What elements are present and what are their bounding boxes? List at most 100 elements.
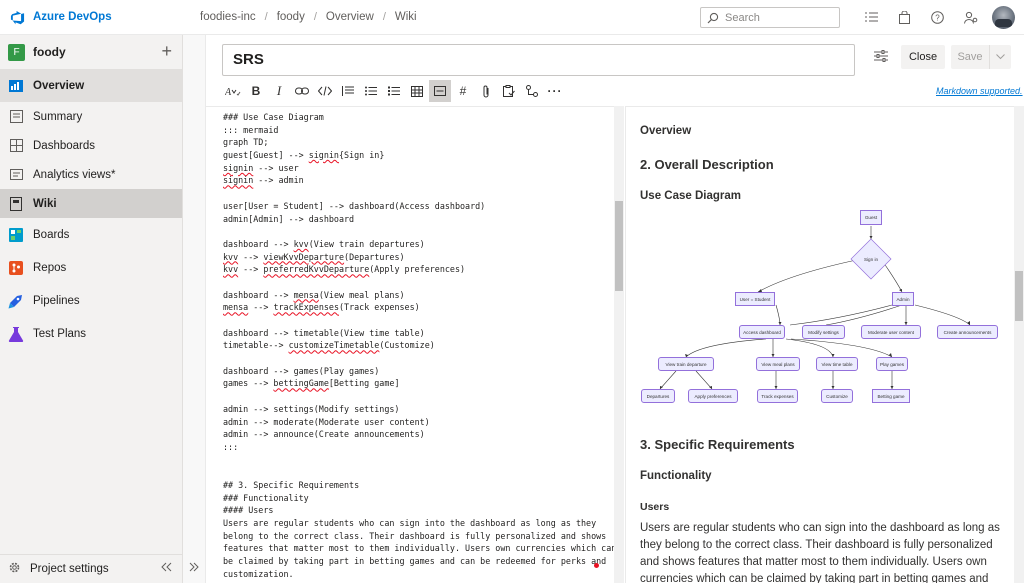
user-settings-icon[interactable] [954,6,987,28]
editor-line[interactable] [223,187,608,200]
breadcrumb-project[interactable]: foody [268,11,314,23]
link-icon[interactable] [291,80,313,102]
editor-line[interactable]: dashboard --> timetable(View time table) [223,327,608,340]
mention-work-item-icon[interactable] [498,80,520,102]
bold-icon[interactable]: B [245,80,267,102]
editor-line[interactable]: kvv --> preferredKvvDeparture(Apply pref… [223,263,608,276]
sidebar-item-summary[interactable]: Summary [0,102,182,131]
editor-line[interactable]: games --> bettingGame[Betting game] [223,377,608,390]
line-text: ::: [223,441,239,452]
sidebar-item-analytics-views[interactable]: Analytics views* [0,160,182,189]
editor-line[interactable]: ### Functionality [223,492,608,505]
search-icon [707,12,719,23]
editor-line[interactable]: user[User = Student] --> dashboard(Acces… [223,200,608,213]
sidebar-item-boards[interactable]: Boards [0,218,182,251]
project-header[interactable]: F foody + [0,35,182,69]
italic-icon[interactable]: I [268,80,290,102]
diagram-node-customize: Customize [821,389,853,403]
markdown-supported-link[interactable]: Markdown supported. [936,86,1023,96]
close-button[interactable]: Close [901,45,945,69]
help-icon[interactable]: ? [921,6,954,28]
editor-line[interactable] [223,225,608,238]
search-box[interactable] [700,7,840,28]
sidebar-item-repos[interactable]: Repos [0,251,182,284]
diagram-node-settings: Modify settings [802,325,845,339]
user-avatar[interactable] [992,6,1015,29]
diagram-node-expenses: Track expenses [757,389,798,403]
editor-line[interactable]: ::: mermaid [223,124,608,137]
editor-line[interactable]: admin[Admin] --> dashboard [223,213,608,226]
editor-line[interactable] [223,454,608,467]
editor-line[interactable]: graph TD; [223,136,608,149]
search-input[interactable] [725,11,825,24]
editor-line[interactable]: Users are regular students who can sign … [223,517,608,530]
expand-tree-icon[interactable] [189,561,199,575]
editor-scrollbar-thumb[interactable] [615,201,623,291]
markdown-text[interactable]: ### Use Case Diagram::: mermaid graph TD;… [223,111,616,581]
project-settings-item[interactable]: Project settings [0,554,182,583]
hash-icon[interactable]: # [452,80,474,102]
editor-line[interactable]: features that matter most to them indivi… [223,542,616,555]
preview-heading-overview: Overview [640,125,692,137]
blockquote-icon[interactable] [337,80,359,102]
editor-line[interactable]: ## 3. Specific Requirements [223,479,608,492]
editor-line[interactable]: timetable--> customizeTimetable(Customiz… [223,339,608,352]
markdown-mode-icon[interactable] [429,80,451,102]
editor-line[interactable]: ::: [223,441,608,454]
editor-line[interactable]: belong to the correct class. Their dashb… [223,530,608,543]
editor-line[interactable]: admin --> settings(Modify settings) [223,403,608,416]
editor-line[interactable] [223,314,608,327]
more-options-icon[interactable]: ··· [544,80,566,102]
editor-line[interactable]: #### Users [223,504,608,517]
table-icon[interactable] [406,80,428,102]
editor-line[interactable]: mensa --> trackExpenses(Track expenses) [223,301,608,314]
editor-line[interactable]: dashboard --> mensa(View meal plans) [223,289,608,302]
line-text: features that matter most to them indivi… [223,543,617,554]
misspelled-word: signin [223,175,254,186]
save-options-chevron-down-icon[interactable] [990,54,1011,60]
editor-line[interactable] [223,466,608,479]
page-settings-icon[interactable] [874,50,888,65]
misspelled-word: signin [308,150,339,161]
editor-line[interactable]: customization. [223,568,608,581]
attachment-icon[interactable] [475,80,497,102]
save-button[interactable]: Save [951,45,1011,69]
markdown-editor[interactable]: ### Use Case Diagram::: mermaid graph TD;… [206,106,624,583]
editor-line[interactable]: admin --> announce(Create announcements) [223,428,608,441]
sidebar-item-wiki[interactable]: Wiki [0,189,182,218]
editor-scrollbar[interactable] [614,106,624,583]
editor-line[interactable]: dashboard --> kvv(View train departures) [223,238,608,251]
editor-line[interactable]: signin --> user [223,162,608,175]
page-title-input[interactable]: SRS [222,44,855,76]
sidebar-item-test-plans[interactable]: Test Plans [0,317,182,350]
add-icon[interactable]: + [161,42,172,60]
editor-line[interactable]: admin --> moderate(Moderate user content… [223,416,608,429]
editor-line[interactable] [223,390,608,403]
preview-scrollbar-thumb[interactable] [1015,271,1023,321]
header-format-icon[interactable]: A [222,80,244,102]
sidebar-item-pipelines[interactable]: Pipelines [0,284,182,317]
breadcrumb-org[interactable]: foodies-inc [191,11,265,23]
azure-devops-logo-icon [10,10,25,24]
numbered-list-icon[interactable] [383,80,405,102]
editor-line[interactable]: dashboard --> games(Play games) [223,365,608,378]
editor-line[interactable]: signin --> admin [223,174,608,187]
editor-line[interactable]: guest[Guest] --> signin{Sign in} [223,149,608,162]
breadcrumb-overview[interactable]: Overview [317,11,383,23]
collapse-sidebar-icon[interactable] [160,562,172,575]
editor-line[interactable]: kvv --> viewKvvDeparture(Departures) [223,251,608,264]
code-icon[interactable] [314,80,336,102]
sidebar-item-overview[interactable]: Overview [0,69,182,102]
editor-line[interactable] [223,276,608,289]
marketplace-bag-icon[interactable] [888,6,921,28]
task-list-icon[interactable] [855,6,888,28]
brand[interactable]: Azure DevOps [0,10,183,25]
editor-line[interactable]: be claimed by taking part in betting gam… [223,555,608,568]
mermaid-diagram-icon[interactable] [521,80,543,102]
sidebar-item-dashboards[interactable]: Dashboards [0,131,182,160]
breadcrumb-wiki[interactable]: Wiki [386,11,426,23]
bulleted-list-icon[interactable] [360,80,382,102]
preview-scrollbar[interactable] [1014,106,1024,583]
editor-line[interactable] [223,352,608,365]
editor-line[interactable]: ### Use Case Diagram [223,111,608,124]
